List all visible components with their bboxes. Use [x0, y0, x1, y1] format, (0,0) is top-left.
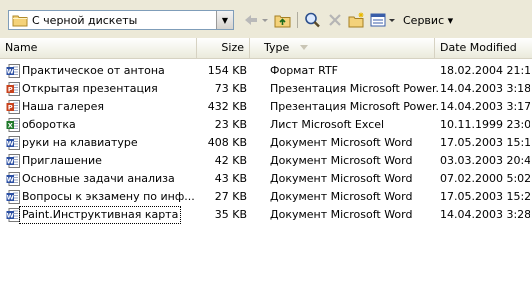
svg-text:X: X: [8, 122, 13, 130]
file-size: 73 KB: [214, 82, 247, 95]
svg-text:W: W: [7, 68, 14, 76]
file-date: 14.04.2003 3:28: [440, 208, 530, 221]
up-folder-icon: [274, 15, 290, 27]
column-header-date[interactable]: Date Modified: [435, 38, 532, 58]
file-size: 23 KB: [214, 118, 247, 131]
file-size: 42 KB: [214, 154, 247, 167]
word-icon: W: [6, 208, 20, 222]
column-header-size[interactable]: Size: [197, 38, 250, 58]
file-row[interactable]: W Вопросы к экзамену по инф... 27 KB Докуме…: [0, 189, 532, 205]
back-button[interactable]: [242, 10, 270, 30]
sort-descending-icon: [299, 45, 308, 50]
file-date: 07.02.2000 5:02: [440, 172, 530, 185]
file-name: Приглашение: [22, 154, 102, 167]
file-list: Name Size Type Date Modified W Практическ…: [0, 38, 532, 294]
file-row[interactable]: W Практическое от антона 154 KB Формат RTF 1…: [0, 63, 532, 79]
folder-icon: [12, 15, 28, 27]
file-row[interactable]: P Открытая презентация 73 KB Презентация Mi…: [0, 81, 532, 97]
file-date: 10.11.1999 23:07: [440, 118, 530, 131]
up-folder-button[interactable]: [272, 10, 292, 30]
svg-text:W: W: [7, 140, 14, 148]
word-icon: W: [6, 64, 20, 78]
file-size: 35 KB: [214, 208, 247, 221]
file-date: 03.03.2003 20:48: [440, 154, 530, 167]
file-type: Документ Microsoft Word: [270, 172, 413, 185]
file-type: Презентация Microsoft Power...: [270, 100, 440, 113]
file-name: оборотка: [22, 118, 76, 131]
file-type: Формат RTF: [270, 64, 339, 77]
views-button[interactable]: [369, 10, 399, 30]
column-header-bar: Name Size Type Date Modified: [0, 38, 532, 59]
file-size: 154 KB: [207, 64, 247, 77]
file-date: 18.02.2004 21:12: [440, 64, 530, 77]
toolbar-separator: [297, 12, 298, 28]
file-type: Документ Microsoft Word: [270, 136, 413, 149]
new-folder-button[interactable]: [347, 10, 367, 30]
file-row[interactable]: Wруки на клавиатуре 408 KB Документ Micros…: [0, 135, 532, 151]
file-name: Основные задачи анализа: [22, 172, 175, 185]
address-text: С черной дискеты: [32, 13, 138, 27]
file-size: 408 KB: [207, 136, 247, 149]
file-row[interactable]: W Основные задачи анализа 43 KB Документ Mi…: [0, 171, 532, 187]
chevron-down-icon[interactable]: ▼: [216, 11, 233, 29]
column-header-type-label: Type: [264, 41, 290, 54]
file-row[interactable]: P Наша галерея 432 KB Презентация Microsoft…: [0, 99, 532, 115]
file-date: 17.05.2003 15:18: [440, 136, 530, 149]
file-row[interactable]: W Приглашение 42 KB Документ Microsoft Word…: [0, 153, 532, 169]
new-folder-icon: [348, 12, 364, 28]
views-icon: [370, 13, 395, 27]
file-date: 17.05.2003 15:25: [440, 190, 530, 203]
svg-text:P: P: [8, 104, 13, 112]
powerpoint-icon: P: [6, 82, 20, 96]
column-header-name[interactable]: Name: [0, 38, 197, 58]
file-type: Лист Microsoft Excel: [270, 118, 385, 131]
svg-text:W: W: [7, 158, 14, 166]
svg-text:P: P: [8, 86, 13, 94]
file-name: Открытая презентация: [22, 82, 158, 95]
file-date: 14.04.2003 3:18: [440, 82, 530, 95]
search-button[interactable]: [302, 10, 322, 30]
file-type: Документ Microsoft Word: [270, 208, 413, 221]
file-row[interactable]: W Paint.Инструктивная карта 35 KB Документ …: [0, 206, 532, 224]
search-icon: [304, 12, 320, 28]
file-type: Документ Microsoft Word: [270, 154, 413, 167]
file-type: Документ Microsoft Word: [270, 190, 413, 203]
toolbar: С черной дискеты ▼ Сервис ▾: [0, 0, 532, 38]
file-name: Наша галерея: [22, 100, 105, 113]
word-icon: W: [6, 190, 20, 204]
file-type: Презентация Microsoft Power...: [270, 82, 440, 95]
back-icon: [245, 15, 268, 25]
file-name: Практическое от антона: [22, 64, 165, 77]
service-menu[interactable]: Сервис ▾: [403, 10, 463, 30]
file-size: 432 KB: [207, 100, 247, 113]
powerpoint-icon: P: [6, 100, 20, 114]
svg-text:W: W: [7, 212, 14, 220]
file-date: 14.04.2003 3:17: [440, 100, 530, 113]
file-size: 43 KB: [214, 172, 247, 185]
word-icon: W: [6, 172, 20, 186]
delete-button[interactable]: [325, 10, 345, 30]
word-icon: W: [6, 154, 20, 168]
file-name: Paint.Инструктивная карта: [18, 206, 182, 224]
excel-icon: X: [6, 118, 20, 132]
svg-text:W: W: [7, 176, 14, 184]
file-row[interactable]: Xоборотка 23 KB Лист Microsoft Excel 10.11.…: [0, 117, 532, 133]
word-icon: W: [6, 136, 20, 150]
file-size: 27 KB: [214, 190, 247, 203]
delete-icon: [329, 14, 341, 26]
file-name: Вопросы к экзамену по инф...: [22, 190, 195, 203]
svg-text:W: W: [7, 194, 14, 202]
address-combo[interactable]: С черной дискеты ▼: [8, 10, 234, 30]
column-header-type[interactable]: Type: [250, 38, 435, 58]
file-name: руки на клавиатуре: [22, 136, 138, 149]
